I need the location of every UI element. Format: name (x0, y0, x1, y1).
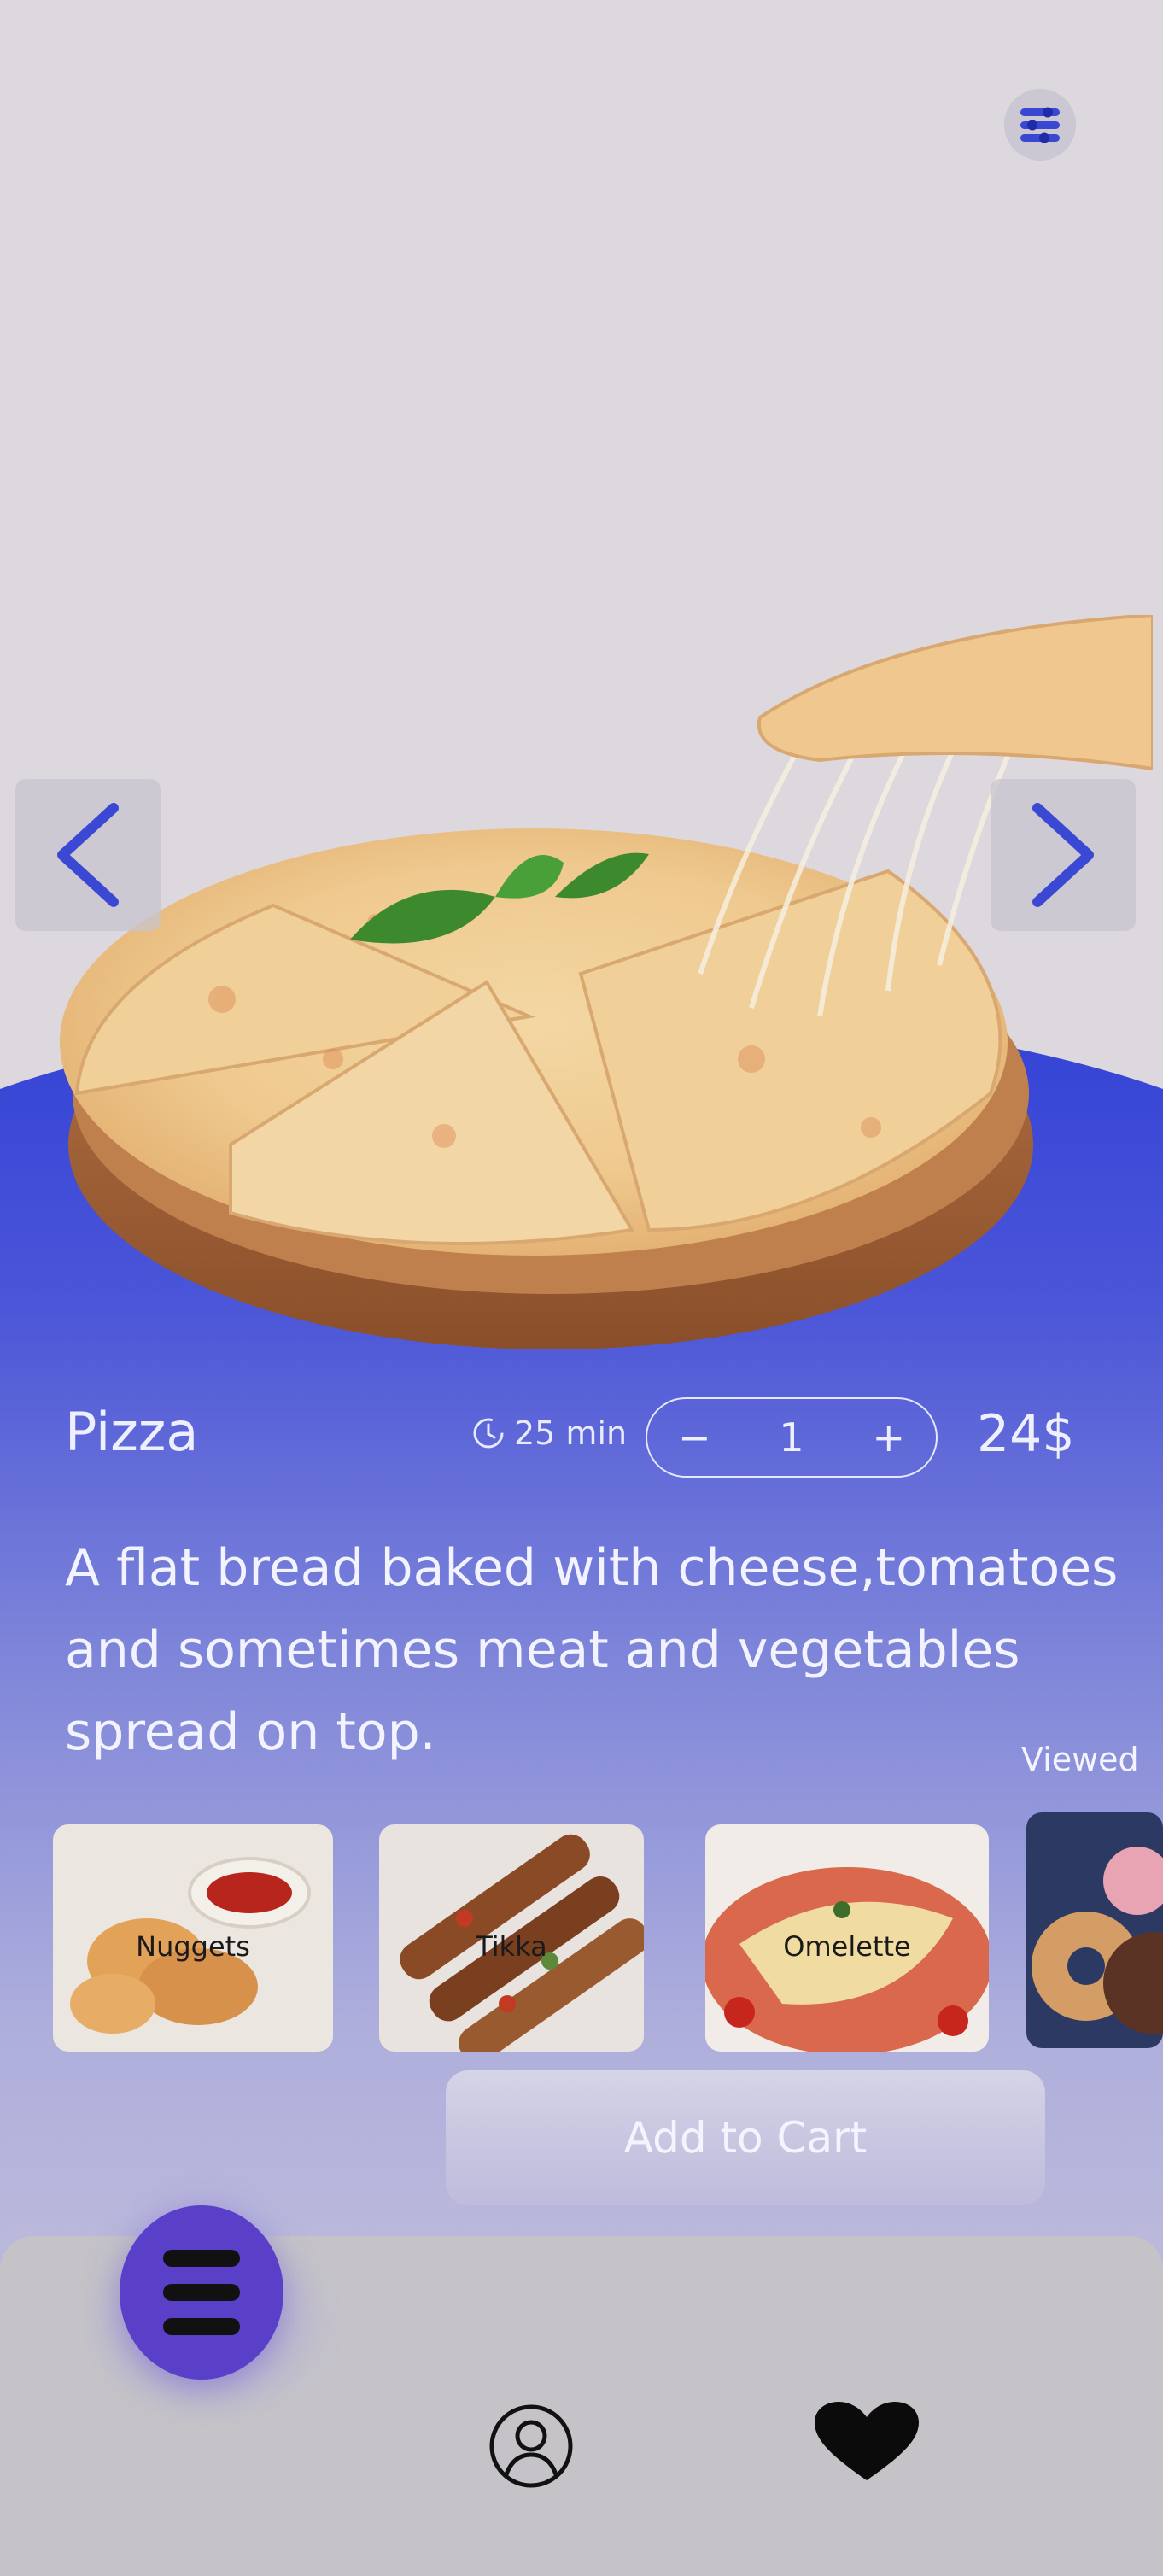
viewed-label: Viewed (1021, 1741, 1139, 1778)
decrease-button[interactable]: − (678, 1414, 711, 1461)
previous-button[interactable] (15, 779, 161, 931)
heart-icon (815, 2402, 919, 2480)
profile-button[interactable] (487, 2402, 576, 2491)
increase-button[interactable]: + (872, 1414, 905, 1461)
clock-icon (473, 1418, 504, 1449)
viewed-item-nuggets[interactable]: Nuggets (53, 1824, 333, 2052)
chevron-right-icon (1032, 803, 1094, 907)
favorites-button[interactable] (813, 2402, 920, 2484)
add-to-cart-button[interactable]: Add to Cart (446, 2070, 1045, 2205)
product-price: 24$ (977, 1404, 1075, 1464)
prep-time: 25 min (471, 1414, 627, 1452)
quantity-value: 1 (779, 1414, 804, 1461)
next-button[interactable] (991, 779, 1136, 931)
product-detail-screen: Pizza 25 min − 1 + 24$ A flat bread bake… (0, 0, 1163, 2576)
menu-button[interactable] (120, 2205, 283, 2380)
viewed-item-label: Tikka (476, 1930, 547, 1963)
product-name: Pizza (65, 1401, 199, 1463)
filter-button[interactable] (1004, 89, 1076, 161)
pizza-image (60, 615, 1153, 1349)
viewed-item-label: Omelette (783, 1930, 911, 1963)
menu-icon (163, 2250, 240, 2267)
menu-icon-line (163, 2318, 240, 2335)
product-description: A flat bread baked with cheese,tomatoes … (65, 1538, 1119, 1762)
sliders-icon (1020, 107, 1060, 143)
viewed-item-omelette[interactable]: Omelette (705, 1824, 989, 2052)
viewed-item-tikka[interactable]: Tikka (379, 1824, 644, 2052)
quantity-stepper: − 1 + (646, 1397, 938, 1478)
chevron-left-icon (57, 803, 119, 907)
menu-icon-line (163, 2284, 240, 2301)
donuts-image (1026, 1812, 1163, 2048)
viewed-item-label: Nuggets (136, 1930, 250, 1963)
user-circle-icon (489, 2404, 573, 2488)
prep-time-label: 25 min (514, 1414, 628, 1452)
viewed-item-donuts[interactable] (1026, 1812, 1163, 2048)
